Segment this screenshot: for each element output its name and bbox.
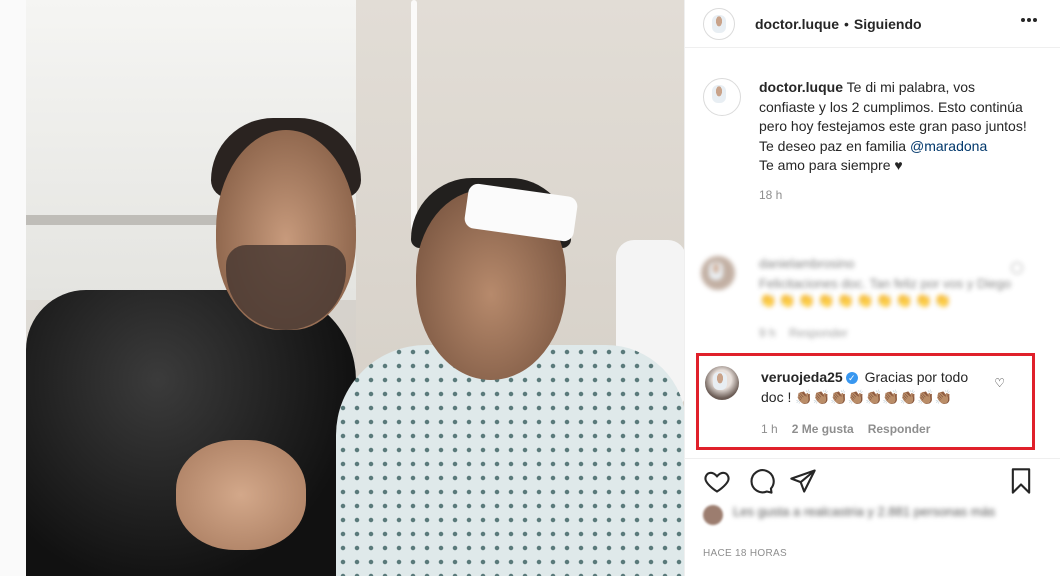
avatar: [703, 505, 723, 525]
comment-icon[interactable]: [747, 467, 775, 495]
heart-icon[interactable]: [703, 467, 731, 495]
caption-text-end: Te amo para siempre ♥: [759, 157, 903, 173]
post-photo[interactable]: [26, 0, 684, 576]
blurred-comment-emojis: 👏👏👏👏👏👏👏👏👏👏: [759, 292, 954, 308]
caption-time: 18 h: [759, 187, 783, 202]
avatar[interactable]: [703, 78, 741, 116]
blurred-comment-reply-button[interactable]: Responder: [789, 326, 848, 340]
heart-icon[interactable]: [1011, 262, 1023, 274]
likes-summary-text: Les gusta a realcastria y 2.881 personas…: [733, 504, 996, 519]
post-side-panel: doctor.luque • Siguiendo doctor.luque Te…: [684, 0, 1060, 576]
save-icon[interactable]: [1007, 467, 1035, 495]
more-icon[interactable]: [1021, 18, 1037, 22]
blurred-comment-time: 9 h: [759, 326, 776, 340]
photo-handshake: [176, 440, 306, 550]
header-separator: •: [844, 15, 849, 32]
post-caption: doctor.luque Te di mi palabra, vos confi…: [703, 78, 1043, 205]
caption-body: doctor.luque Te di mi palabra, vos confi…: [759, 78, 1029, 205]
post-actions: [685, 458, 1060, 498]
blurred-comment-username[interactable]: danielambrosino: [759, 256, 854, 271]
blurred-comment-meta: 9 h Responder: [759, 326, 848, 340]
share-icon[interactable]: [789, 467, 817, 495]
avatar[interactable]: [701, 256, 735, 290]
avatar[interactable]: [703, 7, 735, 40]
caption-username[interactable]: doctor.luque: [759, 79, 843, 95]
posted-time: HACE 18 HORAS: [703, 548, 787, 559]
follow-status-button[interactable]: Siguiendo: [854, 16, 922, 32]
header-username[interactable]: doctor.luque: [755, 16, 839, 32]
caption-mention-link[interactable]: @maradona: [910, 138, 987, 154]
blurred-comment-text: Felicitaciones doc. Tan feliz por vos y …: [759, 276, 1011, 291]
likes-summary[interactable]: Les gusta a realcastria y 2.881 personas…: [703, 503, 1043, 525]
photo-cord: [411, 0, 417, 230]
post-header: doctor.luque • Siguiendo: [685, 0, 1060, 48]
highlight-annotation-box: [696, 353, 1035, 450]
photo-person-right-gown: [336, 345, 684, 576]
